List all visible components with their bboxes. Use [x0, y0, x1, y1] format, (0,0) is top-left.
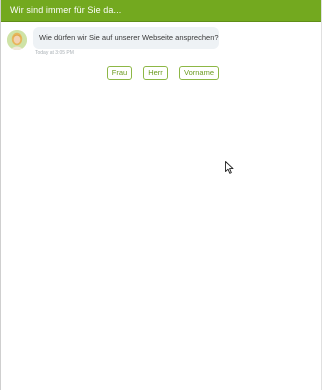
agent-message-bubble: Wie dürfen wir Sie auf unserer Webseite … [33, 27, 219, 49]
mouse-pointer-icon [225, 161, 234, 174]
chat-window: Wir sind immer für Sie da... Wie dürfen … [0, 0, 322, 390]
agent-message-text: Wie dürfen wir Sie auf unserer Webseite … [39, 33, 219, 42]
chat-header: Wir sind immer für Sie da... [1, 0, 321, 22]
agent-avatar-icon [7, 30, 27, 50]
chat-header-title: Wir sind immer für Sie da... [10, 5, 122, 15]
choice-button-frau[interactable]: Frau [107, 66, 132, 80]
avatar-image [7, 30, 27, 50]
message-timestamp: Today at 3:05 PM [35, 50, 74, 56]
choice-button-herr[interactable]: Herr [143, 66, 168, 80]
choice-button-vorname[interactable]: Vorname [179, 66, 219, 80]
